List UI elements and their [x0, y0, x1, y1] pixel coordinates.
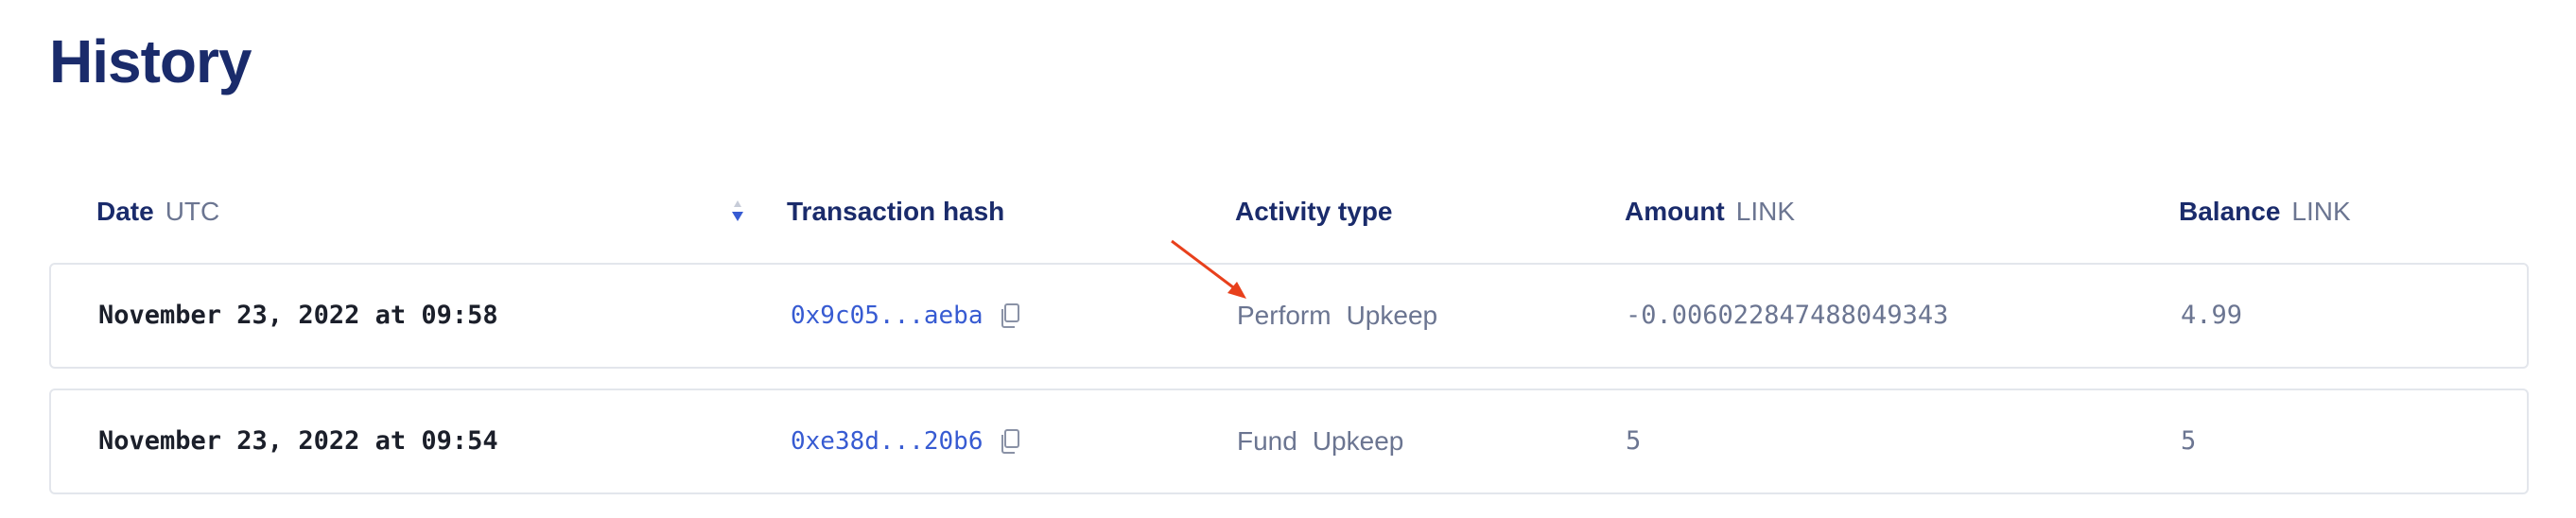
- column-header-transaction-hash: Transaction hash: [787, 189, 1004, 234]
- column-header-date-unit: UTC: [165, 197, 220, 226]
- column-header-amount-unit: LINK: [1735, 197, 1796, 226]
- row-activity-type: Perform Upkeep: [1237, 265, 1437, 367]
- column-header-balance-label: Balance: [2179, 197, 2281, 226]
- table-row: November 23, 2022 at 09:54 0xe38d...20b6…: [49, 388, 2529, 494]
- table-row: November 23, 2022 at 09:58 0x9c05...aeba…: [49, 263, 2529, 369]
- activity-word: Upkeep: [1312, 426, 1404, 456]
- page-title: History: [49, 27, 252, 95]
- row-hash-cell: 0x9c05...aeba: [791, 265, 1021, 367]
- column-header-activity-type: Activity type: [1235, 189, 1393, 234]
- row-balance: 5: [2181, 426, 2197, 456]
- arrow-annotation: [1171, 239, 1246, 299]
- activity-word: Perform: [1237, 301, 1332, 330]
- column-header-balance-unit: LINK: [2291, 197, 2351, 226]
- transaction-hash-link[interactable]: 0x9c05...aeba: [791, 302, 983, 330]
- row-activity-type: Fund Upkeep: [1237, 390, 1403, 492]
- row-date: November 23, 2022 at 09:54: [98, 426, 498, 456]
- copy-icon[interactable]: [999, 428, 1021, 455]
- row-amount: -0.006022847488049343: [1626, 301, 1949, 330]
- column-header-activity-label: Activity type: [1235, 197, 1393, 226]
- row-date: November 23, 2022 at 09:58: [98, 301, 498, 330]
- column-header-amount-label: Amount: [1625, 197, 1725, 226]
- column-header-hash-label: Transaction hash: [787, 197, 1005, 226]
- transaction-hash-link[interactable]: 0xe38d...20b6: [791, 427, 983, 456]
- row-amount: 5: [1626, 426, 1642, 456]
- column-header-amount: Amount LINK: [1625, 189, 1795, 234]
- row-hash-cell: 0xe38d...20b6: [791, 390, 1021, 492]
- column-header-date-label: Date: [96, 197, 154, 226]
- activity-word: Upkeep: [1346, 301, 1438, 330]
- activity-word: Fund: [1237, 426, 1297, 456]
- row-balance: 4.99: [2181, 301, 2243, 330]
- sort-desc-icon[interactable]: [728, 195, 747, 229]
- column-header-balance: Balance LINK: [2179, 189, 2351, 234]
- copy-icon[interactable]: [999, 302, 1021, 329]
- column-header-date[interactable]: Date UTC: [96, 189, 219, 234]
- table-header: Date UTC Transaction hash Activity type A…: [49, 189, 2532, 234]
